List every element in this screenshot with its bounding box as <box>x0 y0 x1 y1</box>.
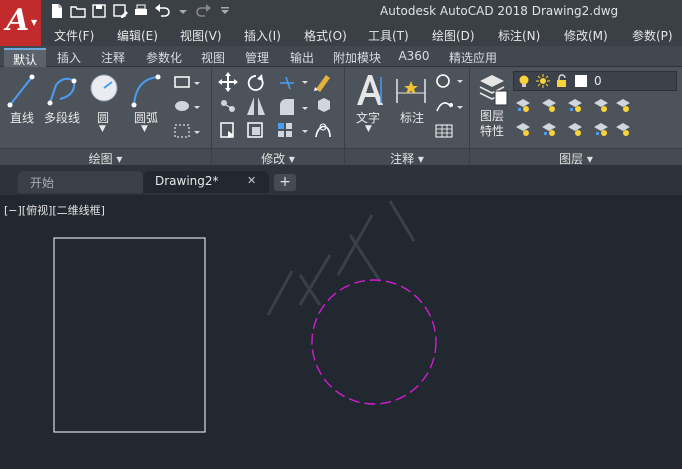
menu-draw[interactable]: 绘图(D) <box>432 27 475 44</box>
circle-entity[interactable] <box>311 279 437 405</box>
menu-dimension[interactable]: 标注(N) <box>498 27 540 44</box>
undo-icon[interactable] <box>153 2 171 20</box>
menu-file[interactable]: 文件(F) <box>54 27 94 44</box>
window-title: Autodesk AutoCAD 2018 Drawing2.dwg <box>380 4 619 18</box>
circle-tool-icon[interactable] <box>88 72 120 104</box>
layer-properties-label-2[interactable]: 特性 <box>480 122 504 139</box>
tab-addins[interactable]: 附加模块 <box>326 48 388 67</box>
application-menu-button[interactable]: A ▼ <box>0 0 42 46</box>
dimension-button[interactable]: 标注 <box>400 109 424 126</box>
tab-featured-apps[interactable]: 精选应用 <box>440 48 506 67</box>
tab-view[interactable]: 视图 <box>194 48 232 67</box>
tab-annotate[interactable]: 注释 <box>92 48 134 67</box>
autocad-window: Autodesk AutoCAD 2018 Drawing2.dwg A ▼ 文… <box>0 0 682 469</box>
model-space[interactable] <box>0 195 682 469</box>
open-folder-icon[interactable] <box>69 2 87 20</box>
tab-drawing2-label: Drawing2* <box>155 174 219 188</box>
ribbon: 直线 多段线 圆 ▼ 圆弧 ▼ 绘图 ▾ 修改 ▾ 文字 ▼ 标注 注释 ▾ 图… <box>0 67 682 166</box>
save-icon[interactable] <box>90 2 108 20</box>
menu-parametric[interactable]: 参数(P) <box>632 27 673 44</box>
new-tab-button[interactable]: + <box>274 174 296 191</box>
layer-dropdown[interactable]: 0 <box>513 71 677 91</box>
annotation-panel-title[interactable]: 注释 ▾ <box>345 148 469 166</box>
chevron-down-icon: ▼ <box>31 18 38 27</box>
annotation-panel: 文字 ▼ 标注 注释 ▾ <box>345 67 470 166</box>
tab-drawing2[interactable]: Drawing2* ✕ <box>143 171 269 193</box>
new-file-icon[interactable] <box>48 2 66 20</box>
chevron-down-icon[interactable]: ▼ <box>141 124 148 134</box>
menu-modify[interactable]: 修改(M) <box>564 27 608 44</box>
line-icon[interactable] <box>6 73 36 109</box>
layers-panel-title[interactable]: 图层 ▾ <box>470 148 682 166</box>
title-bar: Autodesk AutoCAD 2018 Drawing2.dwg <box>0 0 682 24</box>
drawing-canvas[interactable]: [−][俯视][二维线框] <box>0 195 682 469</box>
tab-start[interactable]: 开始 <box>18 171 143 193</box>
annotation-small-tools[interactable] <box>433 71 467 143</box>
rectangle-entity[interactable] <box>53 237 206 433</box>
chevron-down-icon[interactable] <box>174 2 192 20</box>
layer-properties-icon[interactable] <box>478 71 508 107</box>
tab-start-label: 开始 <box>30 176 55 190</box>
ribbon-tab-bar: 默认 插入 注释 参数化 视图 管理 输出 附加模块 A360 精选应用 <box>0 46 682 106</box>
menu-bar: 文件(F) 编辑(E) 视图(V) 插入(I) 格式(O) 工具(T) 绘图(D… <box>42 24 682 46</box>
modify-panel: 修改 ▾ <box>212 67 345 166</box>
tab-home[interactable]: 默认 <box>4 48 46 67</box>
polyline-button[interactable]: 多段线 <box>44 109 80 126</box>
tab-a360[interactable]: A360 <box>392 48 436 67</box>
dimension-icon[interactable] <box>393 71 429 107</box>
document-tab-bar: 开始 Drawing2* ✕ + <box>0 165 682 195</box>
menu-edit[interactable]: 编辑(E) <box>117 27 158 44</box>
polyline-icon[interactable] <box>46 73 80 109</box>
print-icon[interactable] <box>132 2 150 20</box>
draw-small-tools[interactable] <box>172 73 208 143</box>
lock-icon[interactable] <box>555 74 569 88</box>
customize-toolbar-icon[interactable] <box>216 2 234 20</box>
current-layer-name: 0 <box>594 74 602 88</box>
tab-manage[interactable]: 管理 <box>236 48 278 67</box>
modify-panel-title[interactable]: 修改 ▾ <box>212 148 344 166</box>
menu-view[interactable]: 视图(V) <box>180 27 222 44</box>
menu-insert[interactable]: 插入(I) <box>244 27 281 44</box>
layer-color-swatch <box>575 75 587 87</box>
modify-tools-grid[interactable] <box>218 71 342 143</box>
tab-insert[interactable]: 插入 <box>50 48 88 67</box>
sun-icon[interactable] <box>536 74 550 88</box>
autocad-logo: A <box>6 3 30 38</box>
tab-output[interactable]: 输出 <box>282 48 322 67</box>
quick-access-toolbar <box>48 2 234 22</box>
menu-format[interactable]: 格式(O) <box>304 27 347 44</box>
chevron-down-icon[interactable]: ▼ <box>365 124 372 134</box>
text-icon[interactable] <box>353 71 387 109</box>
watermark <box>266 200 416 316</box>
draw-panel-title[interactable]: 绘图 ▾ <box>0 148 211 166</box>
layers-panel: 图层 特性 0 图层 ▾ <box>470 67 682 166</box>
tab-parametric[interactable]: 参数化 <box>138 48 190 67</box>
menu-tools[interactable]: 工具(T) <box>368 27 409 44</box>
arc-icon[interactable] <box>130 73 162 109</box>
draw-panel: 直线 多段线 圆 ▼ 圆弧 ▼ 绘图 ▾ <box>0 67 212 166</box>
lightbulb-icon[interactable] <box>517 74 531 88</box>
chevron-down-icon[interactable]: ▼ <box>99 124 106 134</box>
redo-icon[interactable] <box>195 2 213 20</box>
layer-tools-grid[interactable] <box>514 95 634 143</box>
save-as-icon[interactable] <box>111 2 129 20</box>
line-button[interactable]: 直线 <box>10 109 34 126</box>
close-icon[interactable]: ✕ <box>247 174 256 187</box>
